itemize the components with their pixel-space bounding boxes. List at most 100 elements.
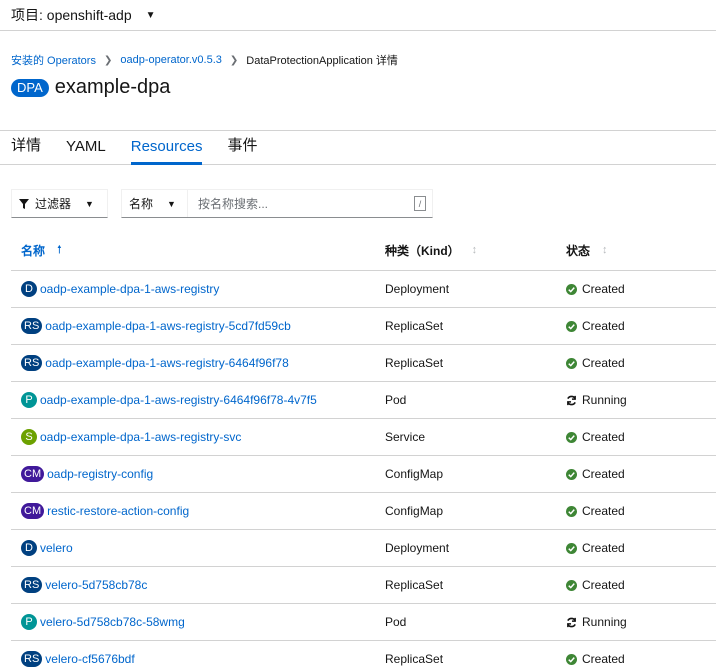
status-label: Created bbox=[582, 652, 625, 666]
cell-status: Created bbox=[566, 652, 716, 666]
check-circle-icon bbox=[566, 653, 582, 665]
kind-badge: S bbox=[21, 429, 37, 445]
kind-badge: RS bbox=[21, 651, 43, 667]
check-circle-icon bbox=[566, 542, 582, 554]
search-input[interactable] bbox=[188, 190, 432, 217]
caret-down-icon[interactable]: ▼ bbox=[146, 10, 156, 21]
keyboard-shortcut-hint: / bbox=[414, 196, 426, 211]
resource-link[interactable]: velero bbox=[40, 541, 73, 555]
cell-status: Created bbox=[566, 356, 716, 370]
tab-events[interactable]: 事件 bbox=[227, 134, 257, 164]
cell-status: Running bbox=[566, 615, 716, 629]
sort-icon: ↕ bbox=[602, 244, 608, 256]
kind-badge: D bbox=[21, 540, 37, 556]
cell-name: CM oadp-registry-config bbox=[11, 466, 385, 482]
status-label: Created bbox=[582, 282, 625, 296]
resource-link[interactable]: oadp-example-dpa-1-aws-registry-5cd7fd59… bbox=[45, 319, 290, 333]
check-circle-icon bbox=[566, 468, 582, 480]
cell-name: RS oadp-example-dpa-1-aws-registry-5cd7fd… bbox=[11, 318, 385, 334]
resource-kind-badge: DPA bbox=[11, 78, 49, 97]
table-row: RS oadp-example-dpa-1-aws-registry-6464f9… bbox=[11, 345, 716, 382]
tab-bar: 详情 YAML Resources 事件 bbox=[0, 130, 716, 165]
kind-badge: RS bbox=[21, 577, 43, 593]
chevron-right-icon: ❯ bbox=[229, 54, 239, 66]
cell-kind: ReplicaSet bbox=[385, 319, 444, 333]
table-row: RS oadp-example-dpa-1-aws-registry-5cd7fd… bbox=[11, 308, 716, 345]
kind-badge: CM bbox=[21, 466, 45, 482]
cell-kind: Deployment bbox=[385, 541, 450, 555]
status-label: Created bbox=[582, 467, 625, 481]
cell-status: Created bbox=[566, 282, 716, 296]
column-header-name[interactable]: 名称 🠕 bbox=[11, 241, 385, 260]
breadcrumb-installed-operators[interactable]: 安装的 Operators bbox=[11, 52, 96, 68]
table-header: 名称 🠕 种类（Kind） ↕ 状态 ↕ bbox=[11, 230, 716, 271]
table-row: Dvelero Deployment Created bbox=[11, 530, 716, 567]
resource-link[interactable]: oadp-example-dpa-1-aws-registry-6464f96f… bbox=[40, 393, 317, 407]
project-selector-bar: 项目: openshift-adp ▼ bbox=[0, 0, 716, 31]
chevron-right-icon: ❯ bbox=[103, 54, 113, 66]
search-group: 名称 ▼ / bbox=[121, 189, 433, 218]
tab-resources[interactable]: Resources bbox=[130, 138, 202, 165]
column-header-status[interactable]: 状态 ↕ bbox=[566, 242, 716, 259]
sync-icon bbox=[566, 617, 582, 628]
cell-kind: ConfigMap bbox=[385, 467, 444, 481]
cell-name: CM restic-restore-action-config bbox=[11, 503, 385, 519]
table-row: RS velero-5d758cb78c ReplicaSet Created bbox=[11, 567, 716, 604]
resource-link[interactable]: oadp-registry-config bbox=[47, 467, 153, 481]
cell-status: Created bbox=[566, 467, 716, 481]
status-label: Created bbox=[582, 541, 625, 555]
cell-kind: Pod bbox=[385, 615, 407, 629]
cell-name: Soadp-example-dpa-1-aws-registry-svc bbox=[11, 429, 385, 445]
sync-icon bbox=[566, 395, 582, 406]
search-attribute-select[interactable]: 名称 ▼ bbox=[122, 190, 188, 217]
sort-icon: ↕ bbox=[471, 244, 478, 256]
caret-down-icon: ▼ bbox=[85, 198, 94, 209]
sort-ascending-icon: 🠕 bbox=[57, 243, 62, 256]
resource-link[interactable]: velero-cf5676bdf bbox=[45, 652, 134, 666]
resource-link[interactable]: oadp-example-dpa-1-aws-registry-6464f96f… bbox=[45, 356, 288, 370]
cell-kind: Service bbox=[385, 430, 426, 444]
cell-name: RS velero-cf5676bdf bbox=[11, 651, 385, 667]
filter-label: 过滤器 bbox=[35, 197, 72, 211]
table-row: RS velero-cf5676bdf ReplicaSet Created bbox=[11, 641, 716, 672]
cell-kind: ReplicaSet bbox=[385, 578, 444, 592]
check-circle-icon bbox=[566, 283, 582, 295]
status-label: Created bbox=[582, 319, 625, 333]
check-circle-icon bbox=[566, 320, 582, 332]
column-header-status-label: 状态 bbox=[566, 243, 591, 258]
filter-dropdown-button[interactable]: 过滤器 ▼ bbox=[11, 189, 108, 218]
cell-status: Created bbox=[566, 430, 716, 444]
resource-link[interactable]: velero-5d758cb78c-58wmg bbox=[40, 615, 185, 629]
resources-table: 名称 🠕 种类（Kind） ↕ 状态 ↕ Doadp-example-dpa-1… bbox=[11, 230, 716, 672]
table-row: CM oadp-registry-config ConfigMap Created bbox=[11, 456, 716, 493]
cell-name: RS oadp-example-dpa-1-aws-registry-6464f9… bbox=[11, 355, 385, 371]
table-body: Doadp-example-dpa-1-aws-registry Deployme… bbox=[11, 271, 716, 672]
status-label: Created bbox=[582, 430, 625, 444]
column-header-kind[interactable]: 种类（Kind） ↕ bbox=[385, 242, 566, 259]
breadcrumb-operator-version[interactable]: oadp-operator.v0.5.3 bbox=[120, 54, 222, 66]
kind-badge: P bbox=[21, 614, 37, 630]
breadcrumb-current: DataProtectionApplication 详情 bbox=[246, 55, 398, 67]
resource-link[interactable]: oadp-example-dpa-1-aws-registry-svc bbox=[40, 430, 241, 444]
table-row: Doadp-example-dpa-1-aws-registry Deployme… bbox=[11, 271, 716, 308]
resource-link[interactable]: restic-restore-action-config bbox=[47, 504, 189, 518]
table-row: CM restic-restore-action-config ConfigMap C… bbox=[11, 493, 716, 530]
status-label: Created bbox=[582, 578, 625, 592]
kind-badge: RS bbox=[21, 355, 43, 371]
tab-details[interactable]: 详情 bbox=[11, 134, 41, 164]
resource-link[interactable]: velero-5d758cb78c bbox=[45, 578, 147, 592]
cell-status: Created bbox=[566, 578, 716, 592]
kind-badge: P bbox=[21, 392, 37, 408]
column-header-kind-label: 种类（Kind） bbox=[385, 243, 460, 258]
search-attribute-label: 名称 bbox=[129, 197, 154, 211]
check-circle-icon bbox=[566, 431, 582, 443]
resource-link[interactable]: oadp-example-dpa-1-aws-registry bbox=[40, 282, 219, 296]
cell-status: Running bbox=[566, 393, 716, 407]
cell-name: RS velero-5d758cb78c bbox=[11, 577, 385, 593]
cell-status: Created bbox=[566, 541, 716, 555]
status-label: Running bbox=[582, 393, 627, 407]
page-title: example-dpa bbox=[54, 76, 171, 98]
tab-yaml[interactable]: YAML bbox=[66, 138, 106, 164]
project-selector[interactable]: 项目: openshift-adp bbox=[11, 5, 132, 25]
kind-badge: RS bbox=[21, 318, 43, 334]
